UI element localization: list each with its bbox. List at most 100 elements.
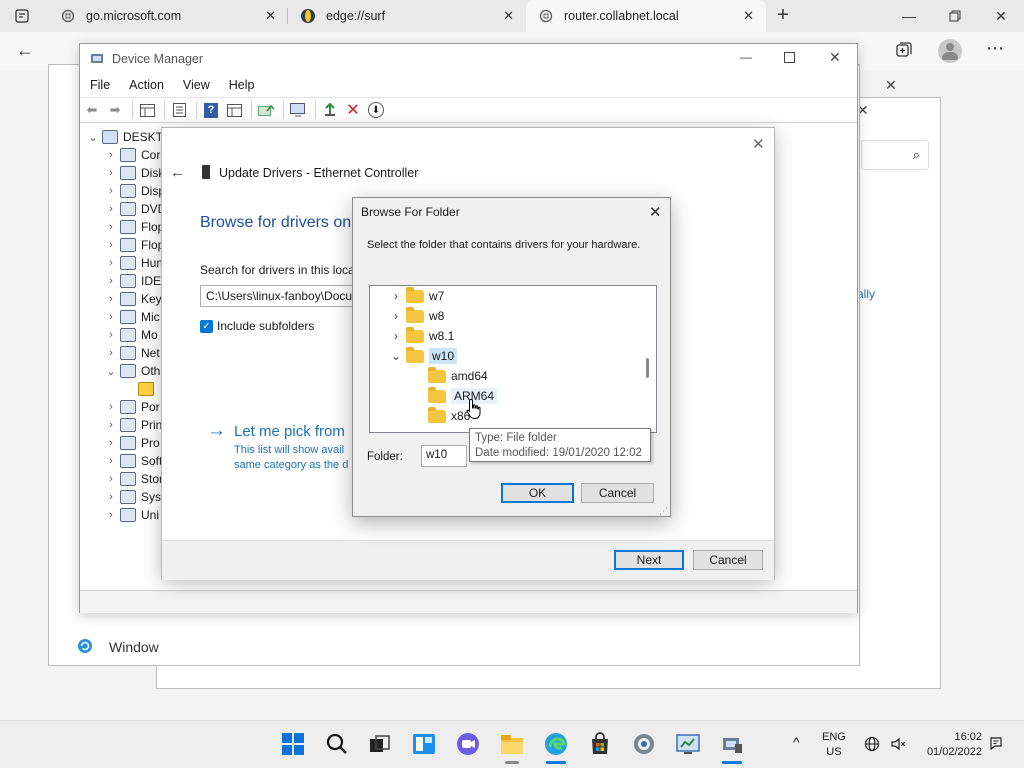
collections-icon[interactable]: [895, 41, 913, 62]
chat-icon[interactable]: [454, 730, 482, 758]
forward-arrow-icon[interactable]: ➡: [105, 100, 125, 120]
clock[interactable]: 16:02 01/02/2022: [920, 730, 982, 760]
close-window-icon[interactable]: ✕: [978, 0, 1024, 32]
folder-item[interactable]: ⌄ w10: [391, 346, 458, 366]
widgets-icon[interactable]: [410, 730, 438, 758]
close-tab-icon[interactable]: ✕: [743, 8, 754, 24]
tree-item[interactable]: › DVD: [102, 200, 166, 218]
scrollbar-thumb[interactable]: [646, 358, 649, 378]
menu-action[interactable]: Action: [129, 78, 164, 92]
chevron-right-icon[interactable]: ›: [102, 437, 120, 449]
tree-item[interactable]: › Por: [102, 398, 160, 416]
tree-item[interactable]: › Pro: [102, 434, 160, 452]
close-tab-icon[interactable]: ✕: [503, 8, 514, 24]
language-indicator[interactable]: ENG US: [822, 730, 846, 760]
include-subfolders-checkbox[interactable]: ✓ Include subfolders: [200, 319, 314, 333]
back-arrow-icon[interactable]: ⬅: [82, 100, 102, 120]
tree-item[interactable]: › Syst: [102, 488, 164, 506]
folder-item[interactable]: x86: [428, 406, 470, 426]
minimize-icon[interactable]: —: [886, 0, 932, 32]
folder-item[interactable]: ARM64: [428, 386, 498, 406]
folder-item[interactable]: › w8: [394, 306, 444, 326]
tree-item[interactable]: › Soft: [102, 452, 162, 470]
close-icon[interactable]: ✕: [829, 49, 841, 66]
volume-muted-icon[interactable]: [890, 736, 906, 755]
search-box[interactable]: ⌕: [861, 140, 929, 170]
network-icon[interactable]: [864, 736, 880, 755]
chevron-right-icon[interactable]: ›: [102, 221, 120, 233]
scan-hardware-icon[interactable]: [288, 100, 308, 120]
folder-item[interactable]: amd64: [428, 366, 488, 386]
chevron-down-icon[interactable]: ⌄: [102, 365, 120, 378]
tab-actions-icon[interactable]: [8, 6, 36, 26]
document-icon[interactable]: [169, 100, 189, 120]
device-manager-taskbar-icon[interactable]: [718, 730, 746, 758]
tree-root[interactable]: ⌄ DESKTO: [84, 128, 172, 146]
tree-item[interactable]: › Key: [102, 290, 162, 308]
new-tab-button[interactable]: +: [772, 4, 794, 28]
edge-icon[interactable]: [542, 730, 570, 758]
tree-item[interactable]: › Stor: [102, 470, 163, 488]
windows-start-icon[interactable]: [279, 730, 307, 758]
search-icon[interactable]: [323, 730, 351, 758]
menu-file[interactable]: File: [90, 78, 110, 92]
tree-item[interactable]: › Disk: [102, 164, 164, 182]
details-grid-icon[interactable]: [224, 100, 244, 120]
tree-item[interactable]: › IDE: [102, 272, 161, 290]
chevron-right-icon[interactable]: ›: [102, 509, 120, 521]
chevron-right-icon[interactable]: ›: [102, 473, 120, 485]
back-arrow-icon[interactable]: ←: [16, 40, 34, 61]
pick-from-list-link[interactable]: Let me pick from: [234, 423, 345, 440]
chevron-right-icon[interactable]: ›: [102, 401, 120, 413]
menu-view[interactable]: View: [183, 78, 210, 92]
tree-item[interactable]: › Hum: [102, 254, 166, 272]
driver-path-input[interactable]: C:\Users\linux-fanboy\Docu: [200, 285, 360, 307]
chevron-right-icon[interactable]: ›: [386, 289, 406, 303]
chevron-right-icon[interactable]: ›: [102, 257, 120, 269]
tree-item[interactable]: › Uni: [102, 506, 159, 524]
close-tab-icon[interactable]: ✕: [265, 8, 276, 24]
chevron-right-icon[interactable]: ›: [102, 149, 120, 161]
tab-edge-surf[interactable]: edge://surf ✕: [288, 0, 526, 32]
tree-item[interactable]: › Flop: [102, 236, 164, 254]
restore-icon[interactable]: [932, 0, 978, 32]
tree-item[interactable]: › Mic: [102, 308, 160, 326]
chevron-right-icon[interactable]: ›: [102, 455, 120, 467]
close-icon[interactable]: ✕: [752, 135, 765, 153]
tree-item[interactable]: › Net: [102, 344, 160, 362]
tree-item[interactable]: › Mo: [102, 326, 158, 344]
ok-button[interactable]: OK: [501, 483, 574, 503]
file-explorer-icon[interactable]: [498, 730, 526, 758]
chevron-down-icon[interactable]: ⌄: [386, 349, 406, 363]
chevron-right-icon[interactable]: ›: [102, 419, 120, 431]
chevron-right-icon[interactable]: ›: [102, 329, 120, 341]
folder-item[interactable]: › w7: [394, 286, 444, 306]
download-driver-icon[interactable]: ⬇: [366, 100, 386, 120]
update-driver-icon[interactable]: [256, 100, 276, 120]
close-icon[interactable]: ✕: [885, 77, 897, 94]
chevron-right-icon[interactable]: ›: [102, 203, 120, 215]
enable-device-icon[interactable]: [320, 100, 340, 120]
tree-item[interactable]: › Prin: [102, 416, 162, 434]
tab-router-collabnet[interactable]: router.collabnet.local ✕: [526, 0, 766, 32]
tree-item[interactable]: › Cor: [102, 146, 160, 164]
folder-tree[interactable]: › w7 › w8 › w8.1 ⌄ w10 amd64 ARM64 x86: [369, 285, 657, 433]
control-panel-icon[interactable]: [674, 730, 702, 758]
next-button[interactable]: Next: [614, 550, 684, 570]
chevron-right-icon[interactable]: ›: [102, 311, 120, 323]
more-options-icon[interactable]: ⋯: [986, 38, 1005, 59]
settings-gear-icon[interactable]: [630, 730, 658, 758]
menu-help[interactable]: Help: [229, 78, 255, 92]
chevron-right-icon[interactable]: ›: [102, 185, 120, 197]
cancel-button[interactable]: Cancel: [693, 550, 763, 570]
tab-go-microsoft[interactable]: go.microsoft.com ✕: [48, 0, 288, 32]
tree-item[interactable]: [120, 380, 159, 398]
chevron-right-icon[interactable]: ›: [102, 167, 120, 179]
chevron-right-icon[interactable]: ›: [102, 293, 120, 305]
task-view-icon[interactable]: [366, 730, 394, 758]
chevron-right-icon[interactable]: ›: [102, 347, 120, 359]
chevron-right-icon[interactable]: ›: [102, 275, 120, 287]
maximize-icon[interactable]: [784, 52, 795, 66]
notifications-icon[interactable]: [989, 736, 1003, 753]
cancel-button[interactable]: Cancel: [581, 483, 654, 503]
